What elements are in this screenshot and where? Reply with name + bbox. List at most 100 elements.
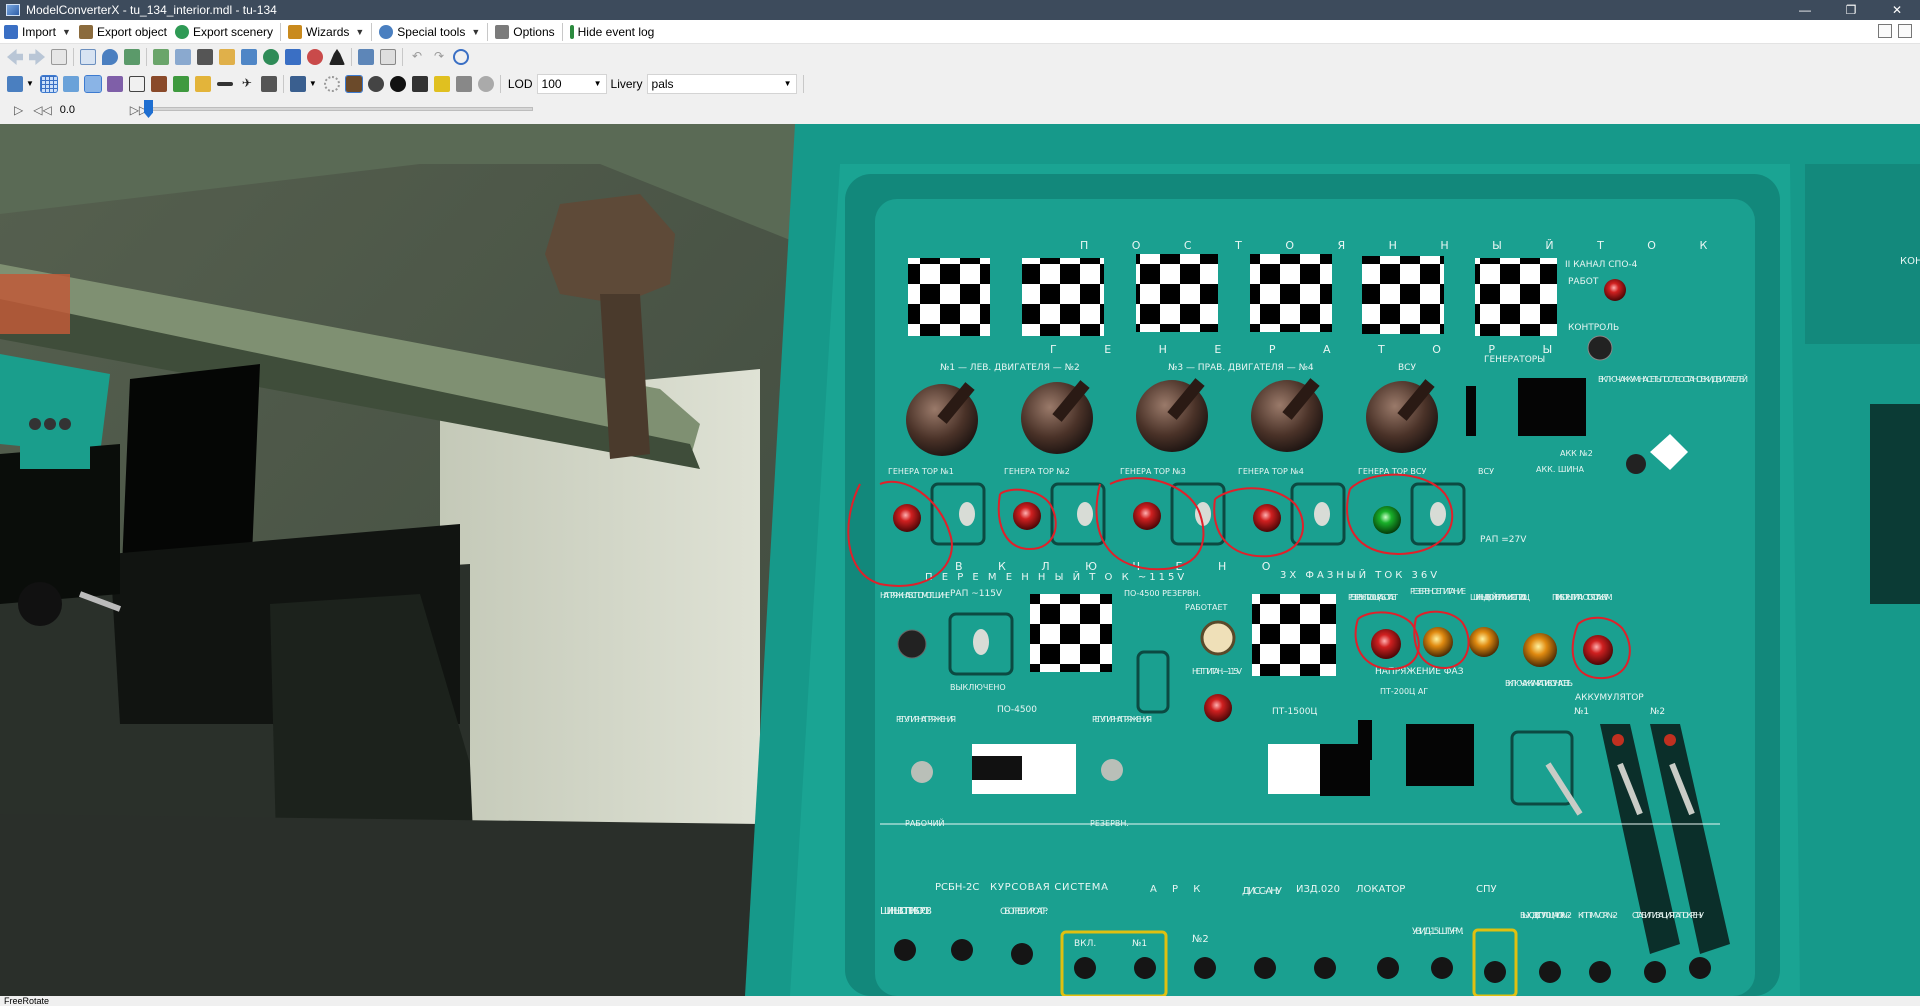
menu-bar: Import ▼ Export object Export scenery Wi… bbox=[0, 20, 1920, 44]
n1-label: №1 bbox=[1132, 939, 1147, 949]
terrain-icon[interactable] bbox=[172, 75, 189, 92]
night-icon[interactable] bbox=[344, 74, 363, 93]
clock-icon[interactable] bbox=[453, 49, 469, 65]
document-icon[interactable] bbox=[51, 49, 67, 65]
reg-right-knob[interactable] bbox=[1101, 759, 1123, 781]
works-label: РАБОТАЕТ bbox=[1185, 603, 1227, 612]
cube-icon[interactable] bbox=[411, 75, 428, 92]
aircraft-icon[interactable]: ✈ bbox=[239, 76, 255, 92]
livery-value: pals bbox=[651, 76, 674, 91]
special-tools-button[interactable]: Special tools ▼ bbox=[375, 21, 484, 43]
panel-toggles bbox=[1878, 24, 1912, 38]
wireframe-icon[interactable] bbox=[83, 74, 102, 93]
pin-icon[interactable] bbox=[102, 49, 118, 65]
forward-icon[interactable] bbox=[29, 49, 45, 65]
dots-icon[interactable] bbox=[216, 81, 233, 86]
control-label: КОНТРОЛЬ bbox=[1568, 323, 1619, 333]
play-icon[interactable]: ▷ bbox=[14, 103, 23, 117]
export-object-button[interactable]: Export object bbox=[75, 21, 171, 43]
close-icon[interactable]: ✕ bbox=[1874, 0, 1920, 20]
minimize-icon[interactable]: — bbox=[1782, 0, 1828, 20]
sphere-icon[interactable] bbox=[367, 75, 384, 92]
shadow-icon[interactable] bbox=[455, 75, 472, 92]
hierarchy-icon[interactable] bbox=[124, 49, 140, 65]
back-icon[interactable] bbox=[7, 49, 23, 65]
export-object-label: Export object bbox=[96, 24, 167, 39]
engines-left-label: №1 — ЛЕВ. ДВИГАТЕЛЯ — №2 bbox=[940, 363, 1080, 373]
image-icon[interactable] bbox=[219, 49, 235, 65]
chevron-down-icon[interactable]: ▼ bbox=[62, 27, 71, 37]
wizards-button[interactable]: Wizards ▼ bbox=[284, 21, 368, 43]
scale-icon[interactable] bbox=[241, 49, 257, 65]
import-button[interactable]: Import ▼ bbox=[0, 21, 75, 43]
sun-icon[interactable] bbox=[323, 75, 340, 92]
time-slider-track[interactable] bbox=[148, 107, 533, 111]
livery-label: Livery bbox=[610, 76, 643, 91]
film-icon[interactable] bbox=[197, 49, 213, 65]
bottom-label-10: КПП-М VOR №2 bbox=[1578, 911, 1618, 920]
grid-icon[interactable] bbox=[39, 74, 58, 93]
options-button[interactable]: Options bbox=[491, 21, 558, 43]
menu-divider bbox=[561, 22, 563, 41]
view-mode-icon[interactable] bbox=[7, 75, 23, 92]
hide-event-log-button[interactable]: Hide event log bbox=[566, 21, 659, 43]
texture-icon[interactable] bbox=[175, 49, 191, 65]
monitor-icon[interactable] bbox=[358, 49, 374, 65]
smoke-icon[interactable] bbox=[477, 75, 494, 92]
livery-select[interactable]: pals ▼ bbox=[646, 73, 797, 94]
effect-icon[interactable] bbox=[433, 75, 450, 92]
lod-select[interactable]: 100 ▼ bbox=[536, 73, 607, 94]
earth-icon[interactable] bbox=[263, 49, 279, 65]
ball-icon[interactable] bbox=[389, 75, 406, 92]
chevron-down-icon[interactable]: ▼ bbox=[355, 27, 364, 37]
material-toggle-icon[interactable] bbox=[194, 75, 211, 92]
reg-left-knob[interactable] bbox=[911, 761, 933, 783]
toolbar-divider bbox=[146, 48, 147, 66]
attach-icon[interactable] bbox=[260, 75, 277, 92]
panel-dock-icon[interactable] bbox=[1898, 24, 1912, 38]
rewind-icon[interactable]: ◁◁ bbox=[33, 103, 51, 117]
akk-bus-label: АКК. ШИНА bbox=[1536, 465, 1584, 474]
menu-divider bbox=[371, 22, 373, 41]
po4500-reserve-label: ПО-4500 РЕЗЕРВН. bbox=[1124, 589, 1201, 598]
axes-icon[interactable] bbox=[62, 75, 79, 92]
model-viewport[interactable]: П О С Т О Я Н Н Ы Й Т О К Г Е Н Е Р А Т … bbox=[0, 124, 1920, 996]
gauge-1 bbox=[908, 258, 990, 336]
reg-right-label: РЕГУЛИР. НАПРЯЖЕНИЯ bbox=[1092, 715, 1152, 724]
chevron-down-icon[interactable]: ▼ bbox=[471, 27, 480, 37]
gen-lamp-2 bbox=[1013, 502, 1041, 530]
inspect-icon[interactable] bbox=[80, 49, 96, 65]
camera-icon[interactable] bbox=[289, 75, 306, 92]
control-button[interactable] bbox=[1587, 335, 1613, 361]
bottom-label-9: ВЫХОД В СПУ ЛОЦМ VOR №2 bbox=[1520, 911, 1572, 920]
engines-right-label: №3 — ПРАВ. ДВИГАТЕЛЯ — №4 bbox=[1168, 363, 1314, 373]
incl-akk-label: ВКЛЮЧ. АККУМ. РАП И ВСУ НА СЕТЬ bbox=[1505, 679, 1573, 688]
generators-selector-label: ГЕНЕРАТОРЫ bbox=[1484, 355, 1545, 365]
ac-header-visible: П Е Р Е М Е Н Н Ы Й Т О К ~115V bbox=[925, 570, 1187, 583]
panel-layout-icon[interactable] bbox=[1878, 24, 1892, 38]
chevron-down-icon[interactable]: ▼ bbox=[309, 79, 317, 88]
toolbar-divider bbox=[402, 48, 403, 66]
undo-icon[interactable]: ↶ bbox=[409, 49, 425, 65]
list-icon[interactable] bbox=[380, 49, 396, 65]
bus-dual-lamp bbox=[1469, 627, 1499, 657]
generator-selector[interactable] bbox=[1518, 378, 1586, 436]
tools-icon[interactable] bbox=[285, 49, 301, 65]
redo-icon[interactable]: ↷ bbox=[431, 49, 447, 65]
bottom-label-7: ЛОКАТОР bbox=[1356, 884, 1405, 895]
chevron-down-icon[interactable]: ▼ bbox=[26, 79, 34, 88]
export-scenery-button[interactable]: Export scenery bbox=[171, 21, 277, 43]
gen-label-1: ГЕНЕРА ТОР №1 bbox=[888, 467, 954, 476]
material-icon[interactable] bbox=[153, 49, 169, 65]
pt200-selector[interactable] bbox=[1406, 724, 1474, 786]
devices-akk-label: ПРИБОРЫ ПИТАЮТСЯ ОТ АККУМ. bbox=[1552, 593, 1613, 602]
nodes-icon[interactable] bbox=[106, 75, 123, 92]
texture-toggle-icon[interactable] bbox=[150, 75, 167, 92]
connect-icon[interactable] bbox=[307, 49, 323, 65]
bounds-icon[interactable] bbox=[128, 75, 145, 92]
person-icon[interactable] bbox=[329, 49, 345, 65]
voltage-aux-button[interactable] bbox=[897, 629, 927, 659]
reserve-power-lamp bbox=[1423, 627, 1453, 657]
restore-icon[interactable]: ❐ bbox=[1828, 0, 1874, 20]
import-icon bbox=[4, 24, 18, 39]
